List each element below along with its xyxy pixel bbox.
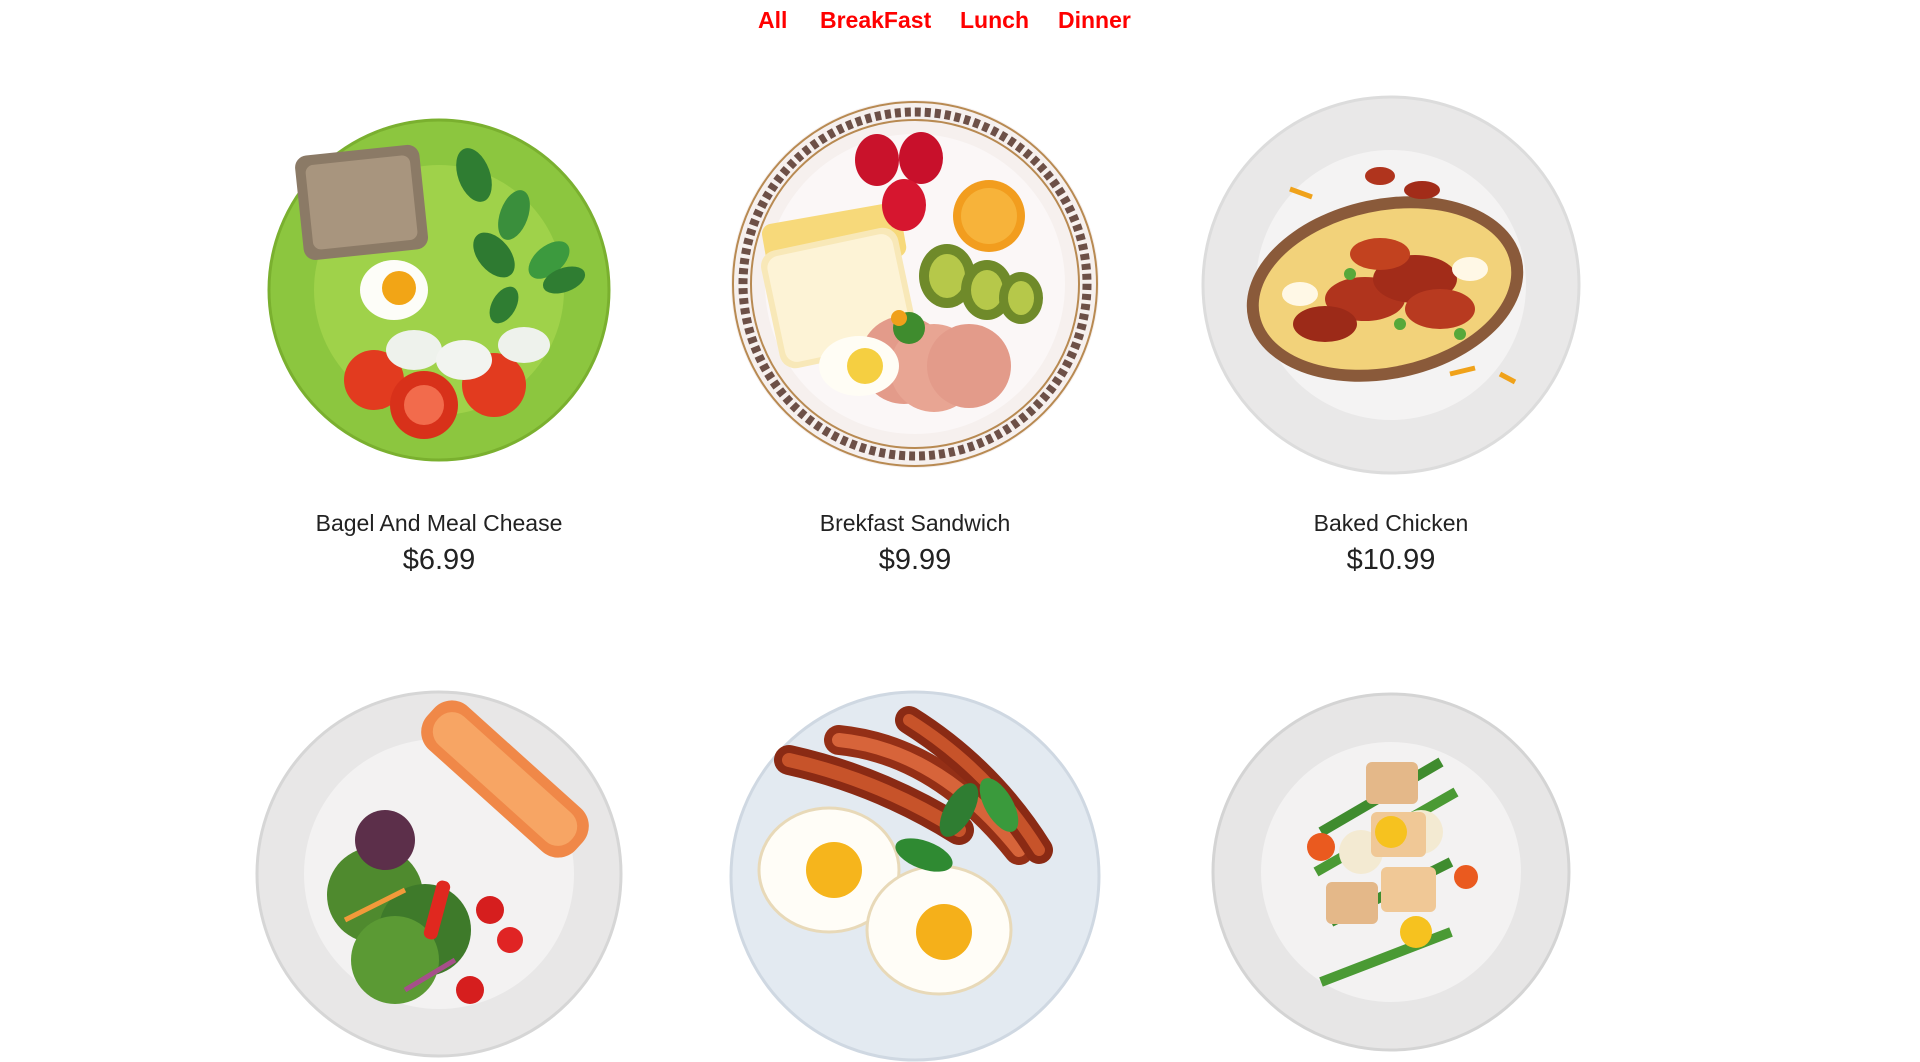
baked-chicken-plate-image [1200, 94, 1582, 476]
bagel-plate-image [264, 115, 614, 465]
filter-all-link[interactable]: All [758, 6, 787, 34]
salmon-salad-plate-image [255, 690, 623, 1058]
filter-nav: All BreakFast Lunch Dinner [0, 6, 1920, 38]
item-price: $9.99 [878, 544, 952, 576]
filter-dinner-link[interactable]: Dinner [1058, 6, 1131, 34]
chicken-salad-plate-image [1211, 692, 1571, 1052]
menu-item-card[interactable]: Baked Chicken $10.99 [1156, 90, 1626, 610]
item-name: Baked Chicken [1313, 510, 1469, 536]
menu-item-card[interactable]: Bagel And Meal Chease $6.99 [204, 90, 674, 610]
menu-item-card[interactable] [1156, 690, 1626, 1052]
item-price: $6.99 [402, 544, 476, 576]
filter-breakfast-link[interactable]: BreakFast [820, 6, 931, 34]
item-name: Bagel And Meal Chease [315, 510, 563, 536]
menu-item-card[interactable] [680, 690, 1150, 1062]
sandwich-plate-image [729, 98, 1101, 470]
menu-item-card[interactable]: Brekfast Sandwich $9.99 [680, 90, 1150, 610]
filter-lunch-link[interactable]: Lunch [960, 6, 1029, 34]
item-name: Brekfast Sandwich [819, 510, 1011, 536]
menu-item-card[interactable] [204, 690, 674, 1058]
item-price: $10.99 [1346, 544, 1436, 576]
eggs-bacon-plate-image [729, 690, 1101, 1062]
